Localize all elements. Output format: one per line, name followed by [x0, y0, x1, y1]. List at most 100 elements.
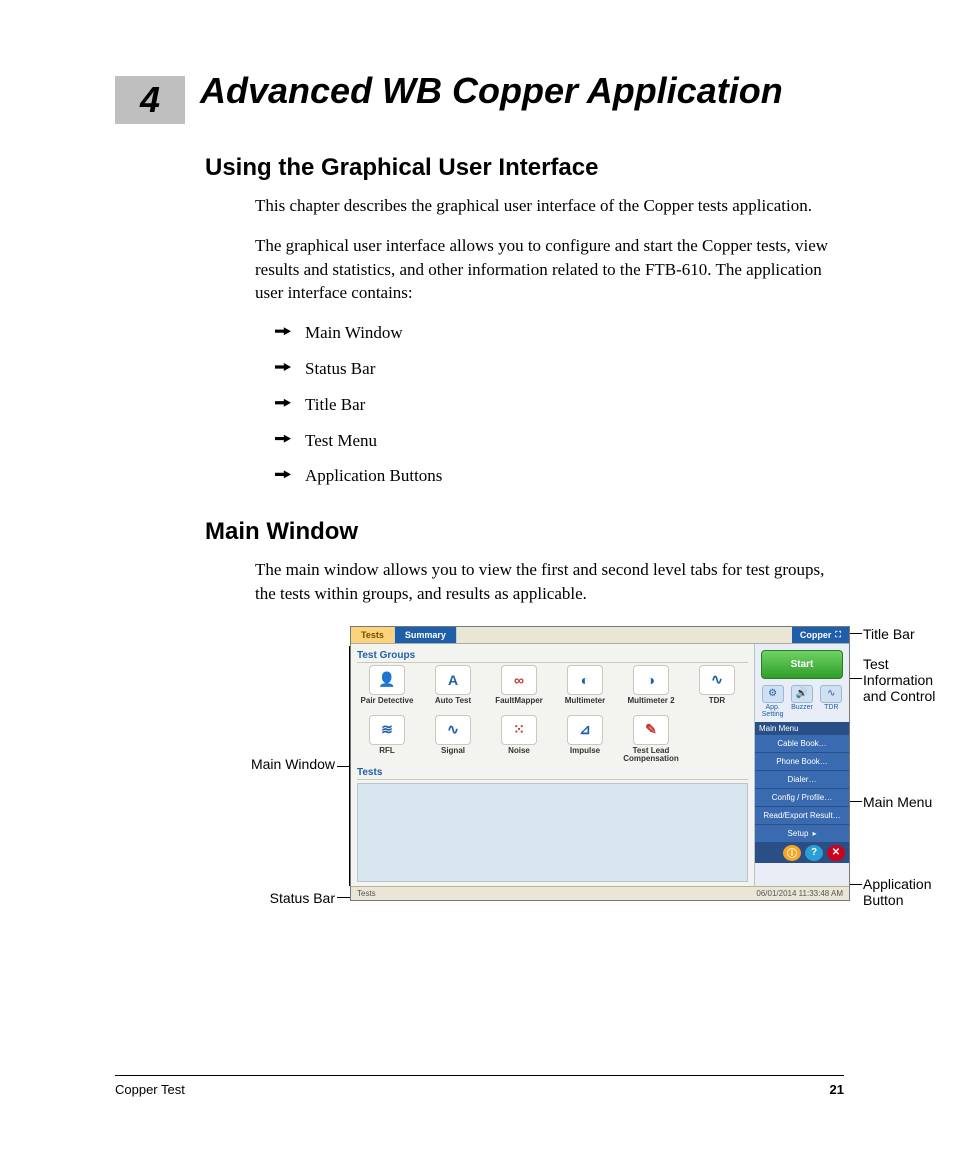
callout-label: Status Bar — [270, 890, 335, 906]
main-menu-header: Main Menu — [755, 722, 849, 735]
callout-title-bar: Title Bar — [863, 626, 915, 642]
test-multimeter[interactable]: ◐ Multimeter — [555, 665, 615, 713]
callout-app-button: Application Button — [863, 876, 943, 908]
expand-icon[interactable]: ⛶ — [835, 630, 841, 640]
tests-area — [357, 783, 748, 882]
page-number: 21 — [830, 1082, 844, 1097]
chapter-header: 4 Advanced WB Copper Application — [115, 70, 844, 124]
icon-label: Pair Detective — [361, 697, 414, 713]
footer-title: Copper Test — [115, 1082, 185, 1097]
test-signal[interactable]: ∿ Signal — [423, 715, 483, 763]
app-status-bar: Tests 06/01/2014 11:33:48 AM — [351, 886, 849, 900]
callout-leader — [849, 678, 862, 679]
tab-tests[interactable]: Tests — [351, 627, 395, 643]
callout-leader — [849, 801, 862, 802]
callout-leader — [337, 897, 350, 898]
callout-label: Main Window — [251, 756, 335, 772]
icon-label: Multimeter 2 — [627, 697, 674, 713]
list-item: Application Buttons — [275, 464, 844, 488]
icon-label: Signal — [441, 747, 465, 763]
icon-label: Test Lead Compensation — [621, 747, 681, 763]
menu-dialer[interactable]: Dialer… — [755, 771, 849, 789]
test-groups-label: Test Groups — [357, 650, 748, 663]
speaker-icon: 🔊 — [791, 685, 813, 703]
app-sidebar: Start ⚙App. Setting 🔊Buzzer ∿TDR Main Me… — [754, 644, 849, 886]
ui-diagram: Main Window Status Bar Title Bar Test In… — [215, 626, 954, 916]
faultmapper-icon: ∞ — [501, 665, 537, 695]
test-auto-test[interactable]: AAuto Test — [423, 665, 483, 713]
callout-test-info: Test Information and Control — [863, 656, 953, 704]
callout-status-bar: Status Bar — [215, 890, 335, 906]
app-tab-bar: Tests Summary Copper ⛶ — [351, 627, 849, 644]
callout-leader — [849, 633, 862, 634]
signal-icon: ∿ — [435, 715, 471, 745]
body-paragraph: The main window allows you to view the f… — [255, 558, 835, 606]
icon-label: Buzzer — [791, 704, 813, 711]
callout-main-menu: Main Menu — [863, 794, 932, 810]
menu-setup[interactable]: Setup▸ — [755, 825, 849, 843]
menu-cable-book[interactable]: Cable Book… — [755, 735, 849, 753]
info-button[interactable]: ⓘ — [783, 845, 801, 861]
icon-label: FaultMapper — [495, 697, 543, 713]
rfl-icon: ≋ — [369, 715, 405, 745]
chapter-number: 4 — [140, 79, 160, 121]
icon-label: Noise — [508, 747, 530, 763]
side-icon-row: ⚙App. Setting 🔊Buzzer ∿TDR — [755, 685, 849, 722]
test-impulse[interactable]: ⊿ Impulse — [555, 715, 615, 763]
setup-label: Setup — [788, 829, 809, 838]
callout-label: Test Information and Control — [863, 656, 953, 704]
gear-icon: ⚙ — [762, 685, 784, 703]
icon-label: App. Setting — [762, 704, 784, 718]
test-lead-compensation[interactable]: ✎ Test Lead Compensation — [621, 715, 681, 763]
icon-label: Impulse — [570, 747, 600, 763]
noise-icon: ⁙ — [501, 715, 537, 745]
buzzer-button[interactable]: 🔊Buzzer — [788, 685, 815, 718]
status-left: Tests — [357, 889, 376, 898]
multimeter-icon: ◐ — [567, 665, 603, 695]
close-button[interactable]: ✕ — [827, 845, 845, 861]
lead-comp-icon: ✎ — [633, 715, 669, 745]
app-button-bar: ⓘ ? ✕ — [755, 843, 849, 863]
tdr-button[interactable]: ∿TDR — [818, 685, 845, 718]
menu-phone-book[interactable]: Phone Book… — [755, 753, 849, 771]
app-title-bar: Copper ⛶ — [792, 627, 849, 643]
tests-label: Tests — [357, 767, 748, 780]
impulse-icon: ⊿ — [567, 715, 603, 745]
icon-label: Multimeter — [565, 697, 605, 713]
auto-test-icon: A — [435, 665, 471, 695]
icon-row-1: 👤Pair Detective AAuto Test ∞FaultMapper … — [357, 665, 748, 713]
icon-label: RFL — [379, 747, 395, 763]
section-heading-main-window: Main Window — [205, 518, 844, 546]
bullet-list: Main Window Status Bar Title Bar Test Me… — [275, 321, 844, 488]
icon-label: TDR — [824, 704, 838, 711]
app-window-screenshot: Tests Summary Copper ⛶ Test Groups 👤Pair… — [350, 626, 850, 901]
app-setting-button[interactable]: ⚙App. Setting — [759, 685, 786, 718]
callout-label: Title Bar — [863, 626, 915, 642]
tab-summary[interactable]: Summary — [395, 627, 457, 643]
start-button[interactable]: Start — [761, 650, 843, 679]
menu-config-profile[interactable]: Config / Profile… — [755, 789, 849, 807]
list-item: Test Menu — [275, 429, 844, 453]
test-noise[interactable]: ⁙ Noise — [489, 715, 549, 763]
list-item: Title Bar — [275, 393, 844, 417]
test-tdr[interactable]: ∿TDR — [687, 665, 747, 713]
status-timestamp: 06/01/2014 11:33:48 AM — [756, 889, 843, 898]
icon-label: TDR — [709, 697, 725, 713]
menu-read-export[interactable]: Read/Export Result… — [755, 807, 849, 825]
test-rfl[interactable]: ≋ RFL — [357, 715, 417, 763]
callout-leader — [849, 884, 862, 885]
test-multimeter-2[interactable]: ◑ Multimeter 2 — [621, 665, 681, 713]
tdr-mini-icon: ∿ — [820, 685, 842, 703]
help-button[interactable]: ? — [805, 845, 823, 861]
test-pair-detective[interactable]: 👤Pair Detective — [357, 665, 417, 713]
list-item: Main Window — [275, 321, 844, 345]
app-title-label: Copper — [800, 630, 832, 640]
body-paragraph: The graphical user interface allows you … — [255, 234, 835, 305]
chapter-title: Advanced WB Copper Application — [200, 70, 783, 111]
multimeter2-icon: ◑ — [633, 665, 669, 695]
test-faultmapper[interactable]: ∞ FaultMapper — [489, 665, 549, 713]
page-footer: Copper Test 21 — [115, 1075, 844, 1097]
body-paragraph: This chapter describes the graphical use… — [255, 194, 835, 218]
callout-main-window: Main Window — [215, 756, 335, 772]
app-main-area: Test Groups 👤Pair Detective AAuto Test ∞… — [351, 644, 754, 886]
